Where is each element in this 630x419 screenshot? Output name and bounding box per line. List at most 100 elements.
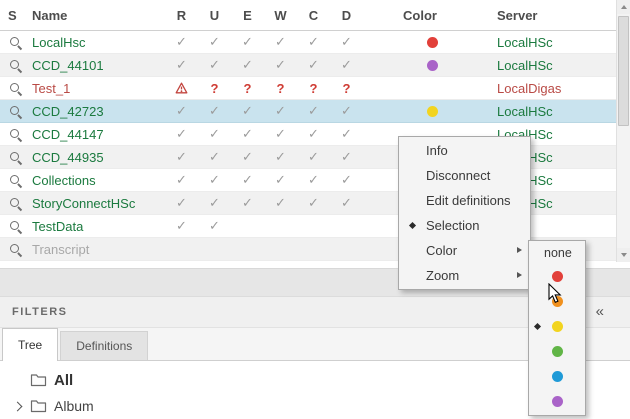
row-search-cell bbox=[0, 243, 30, 256]
check-icon: ✓ bbox=[198, 195, 231, 211]
row-name: LocalHsc bbox=[30, 35, 165, 50]
check-icon: ✓ bbox=[231, 57, 264, 73]
collapse-panel-icon[interactable]: « bbox=[596, 303, 604, 320]
row-search-cell bbox=[0, 197, 30, 210]
row-search-cell bbox=[0, 151, 30, 164]
magnifier-icon[interactable] bbox=[9, 220, 22, 233]
magnifier-icon[interactable] bbox=[9, 105, 22, 118]
magnifier-icon[interactable] bbox=[9, 174, 22, 187]
scroll-down-button[interactable] bbox=[617, 248, 630, 262]
tab-definitions[interactable]: Definitions bbox=[60, 331, 148, 360]
check-icon: ✓ bbox=[330, 57, 363, 73]
check-icon: ✓ bbox=[330, 172, 363, 188]
row-color-cell bbox=[363, 60, 495, 71]
table-row[interactable]: CCD_42723✓✓✓✓✓✓LocalHSc bbox=[0, 100, 616, 123]
column-header-server[interactable]: Server bbox=[495, 8, 616, 23]
menu-item-zoom[interactable]: Zoom bbox=[399, 263, 530, 288]
check-icon: ✓ bbox=[264, 126, 297, 142]
row-server: LocalHSc bbox=[495, 58, 616, 73]
table-row[interactable]: CCD_44101✓✓✓✓✓✓LocalHSc bbox=[0, 54, 616, 77]
color-swatch bbox=[552, 296, 563, 307]
menu-item-color[interactable]: Color bbox=[399, 238, 530, 263]
check-icon: ✓ bbox=[165, 172, 198, 188]
menu-item-selection[interactable]: Selection bbox=[399, 213, 530, 238]
row-name: StoryConnectHSc bbox=[30, 196, 165, 211]
color-dot bbox=[427, 37, 438, 48]
row-name: CCD_44101 bbox=[30, 58, 165, 73]
column-header-e[interactable]: E bbox=[231, 8, 264, 23]
magnifier-icon[interactable] bbox=[9, 128, 22, 141]
check-icon: ✓ bbox=[264, 195, 297, 211]
submenu-item-color-green[interactable] bbox=[529, 339, 585, 364]
question-mark: ? bbox=[198, 81, 231, 96]
submenu-item-color-red[interactable] bbox=[529, 264, 585, 289]
filters-title: FILTERS bbox=[0, 306, 68, 318]
chevron-right-icon bbox=[13, 401, 23, 411]
row-server: LocalDigas bbox=[495, 81, 616, 96]
check-icon: ✓ bbox=[297, 34, 330, 50]
table-row[interactable]: Test_1?????LocalDigas bbox=[0, 77, 616, 100]
magnifier-icon[interactable] bbox=[9, 59, 22, 72]
menu-item-label: Edit definitions bbox=[426, 193, 511, 208]
menu-item-label: Info bbox=[426, 143, 448, 158]
vertical-scrollbar[interactable] bbox=[616, 0, 630, 262]
submenu-item-none[interactable]: none bbox=[529, 242, 585, 264]
row-name: Collections bbox=[30, 173, 165, 188]
column-header-color[interactable]: Color bbox=[363, 8, 495, 23]
column-header-u[interactable]: U bbox=[198, 8, 231, 23]
menu-item-info[interactable]: Info bbox=[399, 138, 530, 163]
selected-marker-icon bbox=[409, 222, 416, 229]
table-row[interactable]: LocalHsc✓✓✓✓✓✓LocalHSc bbox=[0, 31, 616, 54]
color-swatch bbox=[552, 271, 563, 282]
column-header-s[interactable]: S bbox=[0, 8, 30, 23]
menu-item-edit-definitions[interactable]: Edit definitions bbox=[399, 188, 530, 213]
row-search-cell bbox=[0, 128, 30, 141]
check-icon: ✓ bbox=[165, 103, 198, 119]
column-header-w[interactable]: W bbox=[264, 8, 297, 23]
row-search-cell bbox=[0, 220, 30, 233]
submenu-item-color-yellow[interactable] bbox=[529, 314, 585, 339]
check-icon: ✓ bbox=[198, 218, 231, 234]
check-icon: ✓ bbox=[264, 172, 297, 188]
check-icon: ✓ bbox=[297, 103, 330, 119]
tab-tree[interactable]: Tree bbox=[2, 328, 58, 361]
menu-item-disconnect[interactable]: Disconnect bbox=[399, 163, 530, 188]
check-icon: ✓ bbox=[297, 172, 330, 188]
submenu-item-color-orange[interactable] bbox=[529, 289, 585, 314]
check-icon: ✓ bbox=[231, 126, 264, 142]
check-icon: ✓ bbox=[165, 149, 198, 165]
warning-icon bbox=[175, 82, 188, 94]
check-icon: ✓ bbox=[165, 218, 198, 234]
check-icon: ✓ bbox=[198, 57, 231, 73]
scroll-up-button[interactable] bbox=[617, 0, 630, 14]
column-header-r[interactable]: R bbox=[165, 8, 198, 23]
check-icon: ✓ bbox=[165, 34, 198, 50]
check-icon: ✓ bbox=[297, 195, 330, 211]
context-menu: Info Disconnect Edit definitions SelectionC… bbox=[398, 136, 531, 290]
row-name: Transcript bbox=[30, 242, 165, 257]
color-dot bbox=[427, 106, 438, 117]
scrollbar-thumb[interactable] bbox=[618, 16, 629, 126]
check-icon: ✓ bbox=[264, 149, 297, 165]
check-icon: ✓ bbox=[198, 103, 231, 119]
column-header-c[interactable]: C bbox=[297, 8, 330, 23]
warning-cell bbox=[165, 82, 198, 94]
menu-item-label: Disconnect bbox=[426, 168, 490, 183]
magnifier-icon[interactable] bbox=[9, 243, 22, 256]
submenu-item-color-blue[interactable] bbox=[529, 364, 585, 389]
row-name: CCD_44935 bbox=[30, 150, 165, 165]
row-color-cell bbox=[363, 37, 495, 48]
magnifier-icon[interactable] bbox=[9, 82, 22, 95]
folder-icon bbox=[30, 399, 47, 413]
submenu-item-color-violet[interactable] bbox=[529, 389, 585, 414]
submenu-arrow-icon bbox=[517, 272, 522, 278]
row-name: Test_1 bbox=[30, 81, 165, 96]
magnifier-icon[interactable] bbox=[9, 151, 22, 164]
check-icon: ✓ bbox=[264, 57, 297, 73]
column-header-name[interactable]: Name bbox=[30, 8, 165, 23]
column-header-d[interactable]: D bbox=[330, 8, 363, 23]
magnifier-icon[interactable] bbox=[9, 197, 22, 210]
magnifier-icon[interactable] bbox=[9, 36, 22, 49]
row-name: CCD_42723 bbox=[30, 104, 165, 119]
check-icon: ✓ bbox=[165, 195, 198, 211]
